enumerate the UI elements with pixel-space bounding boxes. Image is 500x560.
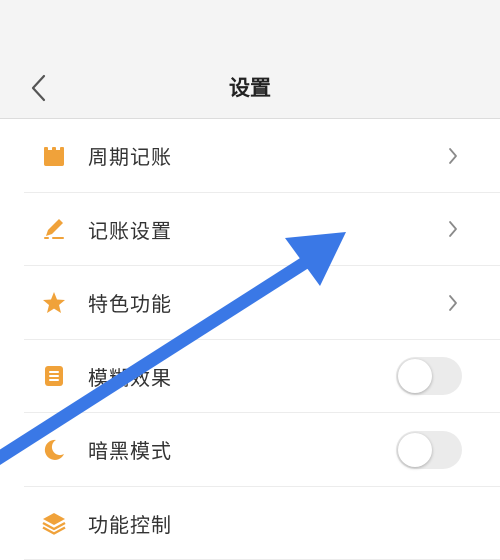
settings-row-label: 功能控制 bbox=[88, 512, 172, 537]
toggle-knob bbox=[398, 359, 432, 394]
settings-row-label: 记账设置 bbox=[88, 218, 172, 243]
settings-row-blur[interactable]: 模糊效果 bbox=[0, 340, 500, 413]
chevron-right-icon bbox=[449, 221, 457, 238]
page-title: 设置 bbox=[229, 76, 271, 100]
moon-icon bbox=[44, 439, 64, 460]
toggle-knob bbox=[398, 432, 432, 467]
settings-row-bookkeeping[interactable]: 记账设置 bbox=[0, 193, 500, 266]
settings-row-label: 暗黑模式 bbox=[88, 439, 172, 464]
settings-row-features[interactable]: 特色功能 bbox=[0, 266, 500, 340]
chevron-right-icon bbox=[449, 147, 457, 164]
status-area bbox=[0, 0, 500, 58]
settings-row-label: 模糊效果 bbox=[88, 365, 172, 390]
blur-icon bbox=[45, 366, 63, 387]
settings-row-dark-mode[interactable]: 暗黑模式 bbox=[0, 413, 500, 487]
settings-row-function-control[interactable]: 功能控制 bbox=[0, 487, 500, 560]
dark-mode-toggle[interactable] bbox=[396, 430, 462, 469]
settings-row-periodic[interactable]: 周期记账 bbox=[0, 119, 500, 193]
layers-icon bbox=[42, 513, 66, 535]
chevron-right-icon bbox=[449, 294, 457, 311]
settings-row-label: 特色功能 bbox=[88, 292, 172, 317]
pen-icon bbox=[44, 219, 64, 240]
nav-bar: 设置 bbox=[0, 58, 500, 119]
settings-row-label: 周期记账 bbox=[88, 145, 172, 170]
star-icon bbox=[43, 291, 65, 313]
settings-list: 周期记账 记账设置 特色功能 模糊效果 暗黑模式 功能控制 bbox=[0, 119, 500, 560]
calendar-icon bbox=[44, 146, 64, 166]
blur-toggle[interactable] bbox=[396, 357, 462, 396]
